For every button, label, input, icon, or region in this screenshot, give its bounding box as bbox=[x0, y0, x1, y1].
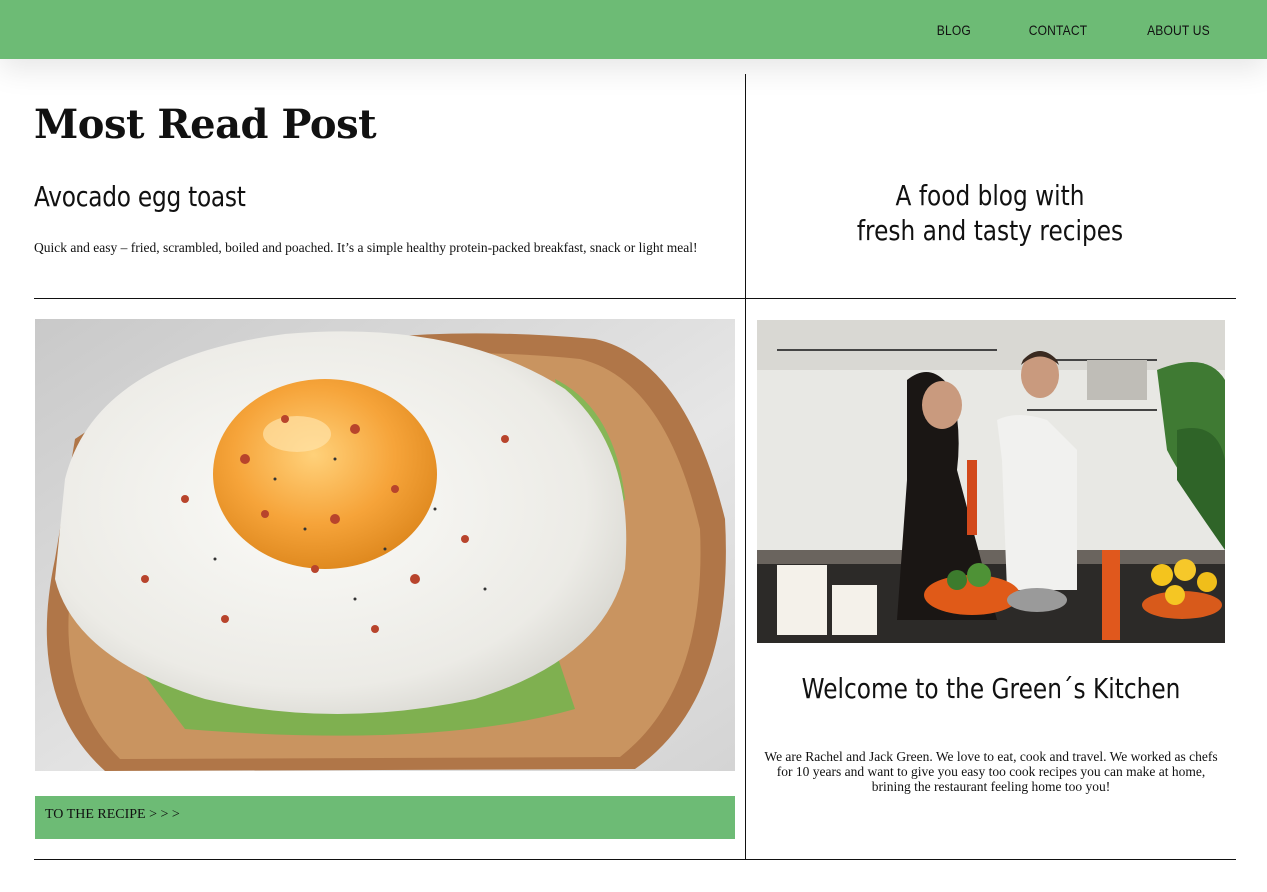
nav-contact-link[interactable]: CONTACT bbox=[1029, 22, 1088, 38]
nav-blog-link[interactable]: BLOG bbox=[937, 22, 971, 38]
about-text: We are Rachel and Jack Green. We love to… bbox=[764, 749, 1218, 794]
welcome-title: Welcome to the Green´s Kitchen bbox=[801, 672, 1181, 705]
cta-label: TO THE RECIPE > > > bbox=[45, 807, 180, 822]
main-nav: BLOG CONTACT ABOUT US bbox=[934, 0, 1215, 59]
top-nav-bar: BLOG CONTACT ABOUT US bbox=[0, 0, 1267, 59]
column-divider bbox=[745, 74, 746, 860]
green-kitchen-couple-image[interactable] bbox=[757, 320, 1225, 643]
toast-photo-illustration bbox=[35, 319, 735, 771]
kitchen-photo-illustration bbox=[757, 320, 1225, 643]
section-title: Most Read Post bbox=[34, 101, 377, 148]
post-title[interactable]: Avocado egg toast bbox=[34, 180, 246, 213]
row-divider-top bbox=[34, 298, 1236, 299]
tagline-line-1: A food blog with bbox=[895, 179, 1085, 212]
nav-about-us-link[interactable]: ABOUT US bbox=[1147, 22, 1210, 38]
tagline-line-2: fresh and tasty recipes bbox=[856, 214, 1124, 247]
to-the-recipe-button[interactable]: TO THE RECIPE > > > bbox=[35, 796, 735, 839]
avocado-egg-toast-image[interactable] bbox=[35, 319, 735, 771]
post-excerpt: Quick and easy – fried, scrambled, boile… bbox=[34, 240, 698, 255]
blog-tagline: A food blog with fresh and tasty recipes bbox=[804, 178, 1176, 248]
row-divider-bottom bbox=[34, 859, 1236, 860]
